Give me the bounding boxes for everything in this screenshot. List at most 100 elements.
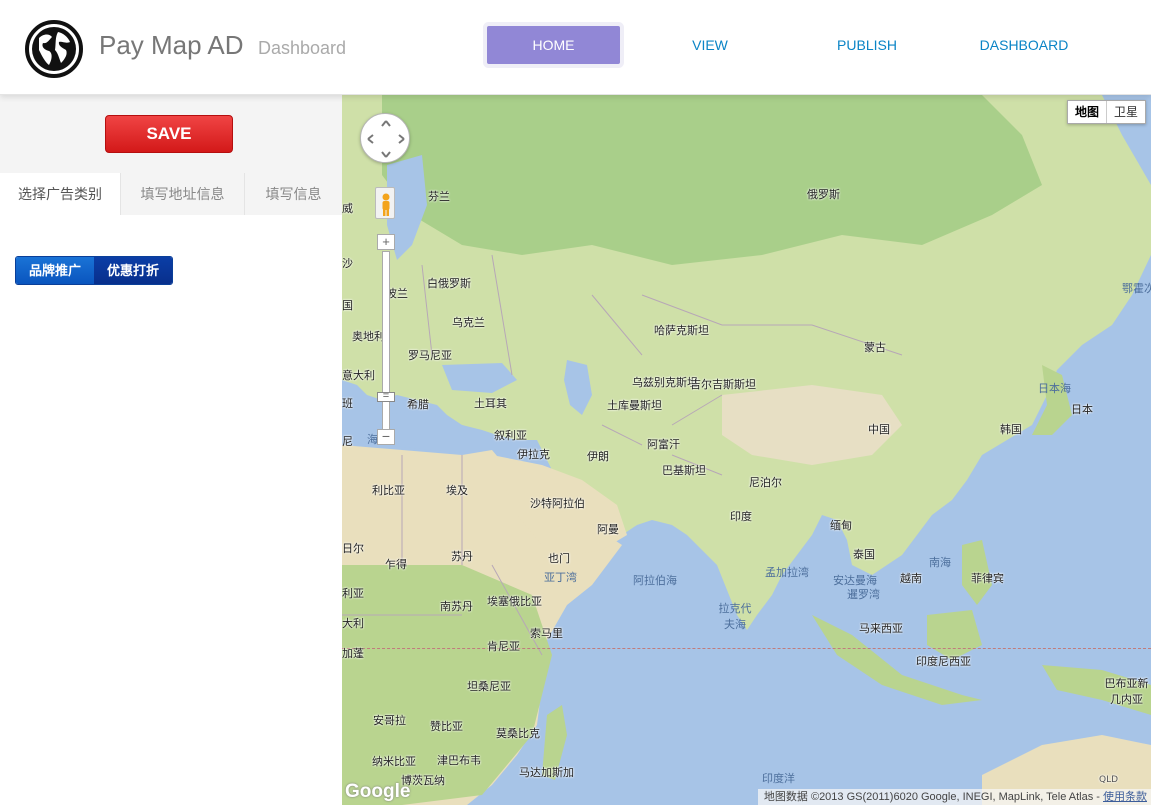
map-label: 泰国 bbox=[853, 548, 875, 561]
map-label: 伊朗 bbox=[587, 450, 609, 463]
map-label: 伊拉克 bbox=[517, 448, 550, 461]
street-view-pegman-icon[interactable] bbox=[375, 187, 395, 219]
map-label: 乌克兰 bbox=[452, 316, 485, 329]
map-label: 奥地利 bbox=[352, 330, 385, 343]
nav-dashboard[interactable]: DASHBOARD bbox=[965, 26, 1083, 64]
zoom-slider-track[interactable] bbox=[382, 251, 390, 431]
map-view[interactable]: 芬兰 俄罗斯 威 沙 波兰 国 白俄罗斯 乌克兰 奥地利 罗马尼亚 意大利 希腊… bbox=[342, 95, 1151, 805]
map-label: 马达加斯加 bbox=[519, 766, 574, 779]
map-label: 日尔 bbox=[342, 542, 364, 555]
map-label: 加蓬 bbox=[342, 647, 364, 660]
map-label: 尼 bbox=[342, 435, 353, 448]
map-label: 印度洋 bbox=[762, 772, 795, 785]
map-label: 日本 bbox=[1071, 403, 1093, 416]
app-window: Pay Map AD Dashboard HOME VIEW PUBLISH D… bbox=[0, 0, 1151, 805]
equator-line bbox=[342, 648, 1151, 649]
category-discount-button[interactable]: 优惠打折 bbox=[94, 257, 173, 284]
map-label: 国 bbox=[342, 299, 353, 312]
map-label: 乍得 bbox=[385, 558, 407, 571]
map-label: 埃及 bbox=[446, 484, 468, 497]
globe-logo-icon[interactable] bbox=[25, 20, 83, 78]
map-label: 土库曼斯坦 bbox=[607, 399, 662, 412]
nav-view[interactable]: VIEW bbox=[660, 26, 760, 64]
zoom-out-button[interactable]: − bbox=[377, 429, 395, 445]
terms-of-use-link[interactable]: 使用条款 bbox=[1103, 791, 1147, 803]
map-label: 南苏丹 bbox=[440, 600, 473, 613]
map-label: 芬兰 bbox=[428, 190, 450, 203]
map-label: 沙特阿拉伯 bbox=[530, 497, 585, 510]
map-label: 安哥拉 bbox=[373, 714, 406, 727]
map-label: 罗马尼亚 bbox=[408, 349, 452, 362]
map-label: 尼泊尔 bbox=[749, 476, 782, 489]
map-label: 叙利亚 bbox=[494, 429, 527, 442]
map-label: 利比亚 bbox=[372, 484, 405, 497]
tab-select-category[interactable]: 选择广告类别 bbox=[0, 173, 120, 216]
map-label: 鄂霍次克海 bbox=[1122, 282, 1151, 295]
save-button[interactable]: SAVE bbox=[105, 115, 233, 153]
map-label: 孟加拉湾 bbox=[765, 566, 809, 579]
map-label: 亚丁湾 bbox=[544, 571, 577, 584]
zoom-in-button[interactable]: + bbox=[377, 234, 395, 250]
brand-name[interactable]: Pay Map AD bbox=[99, 30, 244, 61]
map-label: 马来西亚 bbox=[859, 622, 903, 635]
map-label: QLD bbox=[1099, 775, 1119, 785]
map-label: 津巴布韦 bbox=[437, 754, 481, 767]
nav-home[interactable]: HOME bbox=[487, 26, 620, 64]
map-label: 印度 bbox=[730, 510, 752, 523]
map-label: 希腊 bbox=[407, 398, 429, 411]
pan-arrows-icon bbox=[367, 120, 405, 158]
map-label: 班 bbox=[342, 397, 353, 410]
google-logo[interactable]: Google bbox=[345, 781, 410, 803]
map-label: 巴基斯坦 bbox=[662, 464, 706, 477]
map-label: 白俄罗斯 bbox=[427, 277, 471, 290]
map-label: 索马里 bbox=[530, 627, 563, 640]
category-button-group: 品牌推广 优惠打折 bbox=[15, 256, 174, 285]
map-label: 南海 bbox=[929, 556, 951, 569]
map-label: 菲律宾 bbox=[971, 572, 1004, 585]
map-label: 阿拉伯海 bbox=[633, 574, 677, 587]
attribution-text: 地图数据 ©2013 GS(2011)6020 Google, INEGI, M… bbox=[763, 791, 1103, 803]
map-type-satellite-button[interactable]: 卫星 bbox=[1105, 101, 1145, 123]
map-label: 埃塞俄比亚 bbox=[487, 595, 542, 608]
sidebar-panel: SAVE 选择广告类别 填写地址信息 填写信息 品牌推广 优惠打折 bbox=[0, 95, 342, 805]
map-label: 韩国 bbox=[1000, 423, 1022, 436]
map-label: 俄罗斯 bbox=[807, 188, 840, 201]
map-type-map-button[interactable]: 地图 bbox=[1068, 101, 1106, 123]
map-label: 土耳其 bbox=[474, 397, 507, 410]
pan-control[interactable] bbox=[360, 113, 410, 163]
brand-subtitle: Dashboard bbox=[258, 38, 347, 58]
map-type-control: 地图 卫星 bbox=[1066, 100, 1146, 124]
map-label: 蒙古 bbox=[864, 341, 886, 354]
category-brand-promotion-button[interactable]: 品牌推广 bbox=[16, 257, 95, 284]
map-label: 阿曼 bbox=[597, 523, 619, 536]
nav-publish[interactable]: PUBLISH bbox=[812, 26, 922, 64]
map-label: 阿富汗 bbox=[647, 438, 680, 451]
save-area: SAVE bbox=[0, 95, 342, 173]
map-label: 越南 bbox=[900, 572, 922, 585]
top-header: Pay Map AD Dashboard HOME VIEW PUBLISH D… bbox=[0, 0, 1151, 95]
map-label: 莫桑比克 bbox=[496, 727, 540, 740]
map-label: 暹罗湾 bbox=[847, 588, 880, 601]
map-label: 利亚 bbox=[342, 587, 364, 600]
map-label: 威 bbox=[342, 202, 353, 215]
map-label: 沙 bbox=[342, 257, 353, 270]
map-label: 大利 bbox=[342, 617, 364, 630]
map-label: 也门 bbox=[548, 552, 570, 565]
map-label: 肯尼亚 bbox=[487, 640, 520, 653]
map-label: 巴布亚新几内亚 bbox=[1104, 677, 1149, 706]
map-label: 坦桑尼亚 bbox=[467, 680, 511, 693]
map-label: 乌兹别克斯坦 bbox=[632, 376, 698, 389]
map-label: 缅甸 bbox=[830, 519, 852, 532]
map-label: 纳米比亚 bbox=[372, 755, 416, 768]
map-label: 意大利 bbox=[342, 369, 375, 382]
tab-fill-info[interactable]: 填写信息 bbox=[244, 173, 342, 215]
map-attribution: 地图数据 ©2013 GS(2011)6020 Google, INEGI, M… bbox=[757, 789, 1151, 805]
map-label: 赞比亚 bbox=[430, 720, 463, 733]
map-label: 吉尔吉斯斯坦 bbox=[690, 378, 756, 391]
tab-address-info[interactable]: 填写地址信息 bbox=[120, 173, 244, 215]
map-label: 日本海 bbox=[1038, 382, 1071, 395]
map-label: 苏丹 bbox=[451, 550, 473, 563]
zoom-slider-handle[interactable]: = bbox=[377, 391, 395, 402]
map-label: 哈萨克斯坦 bbox=[654, 324, 709, 337]
step-tabs: 选择广告类别 填写地址信息 填写信息 bbox=[0, 173, 342, 216]
